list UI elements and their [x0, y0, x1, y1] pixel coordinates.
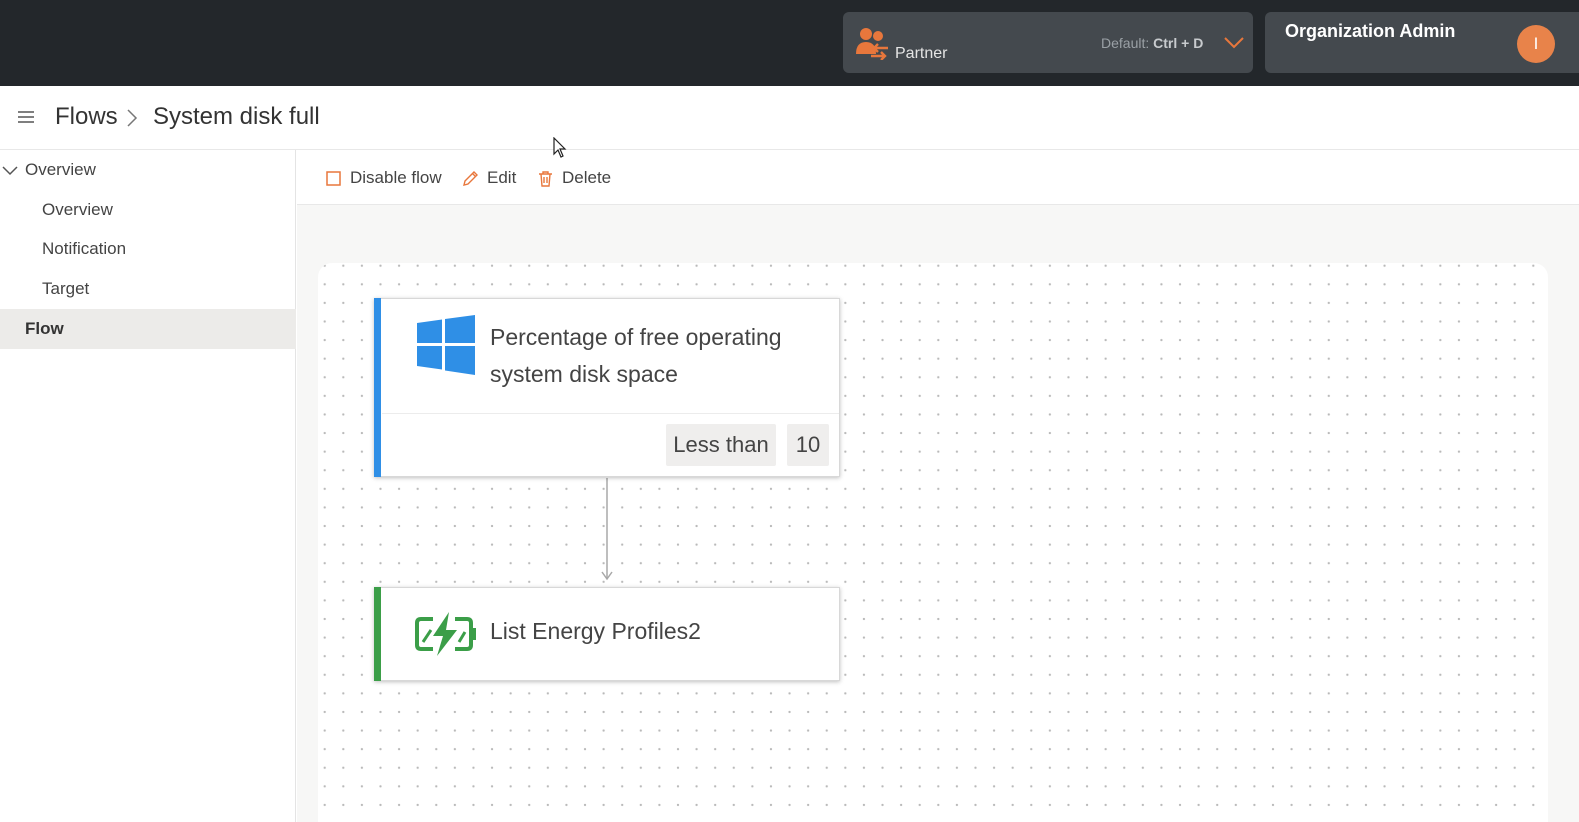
hamburger-menu-icon[interactable]: [18, 111, 34, 123]
action-accent-bar: [374, 587, 381, 681]
users-switch-icon: [856, 28, 888, 60]
sidebar-item-overview[interactable]: Overview: [0, 190, 296, 230]
edit-label: Edit: [487, 168, 517, 187]
edit-button[interactable]: Edit: [462, 167, 516, 189]
chevron-down-icon: [2, 166, 18, 176]
partner-shortcut: Default: Ctrl + D: [1101, 35, 1204, 51]
action-node[interactable]: List Energy Profiles2: [374, 587, 840, 681]
condition-value: 10: [787, 424, 829, 466]
org-admin-menu[interactable]: Organization Admin I: [1265, 12, 1579, 73]
sidebar-group-overview[interactable]: Overview: [0, 150, 296, 190]
sidebar: Overview Overview Notification Target Fl…: [0, 150, 296, 822]
trigger-title: Percentage of free operating system disk…: [490, 324, 782, 387]
pencil-icon: [463, 170, 478, 186]
sidebar-item-label: Overview: [42, 200, 113, 219]
mouse-cursor-icon: [553, 137, 567, 158]
trash-icon: [539, 170, 552, 187]
sidebar-item-flow[interactable]: Flow: [0, 309, 296, 349]
avatar[interactable]: I: [1517, 25, 1555, 63]
action-title: List Energy Profiles2: [490, 618, 701, 644]
windows-logo-icon: [417, 315, 475, 375]
delete-label: Delete: [562, 168, 612, 187]
disable-flow-button[interactable]: Disable flow: [325, 167, 442, 189]
battery-charging-icon: [415, 612, 476, 656]
breadcrumb: Flows System disk full: [0, 86, 1579, 150]
chevron-down-icon[interactable]: [1223, 34, 1245, 50]
partner-switcher[interactable]: Partner Default: Ctrl + D: [843, 12, 1253, 73]
node-divider: [382, 413, 839, 414]
trigger-node[interactable]: Percentage of free operating system disk…: [374, 298, 840, 477]
sidebar-item-label: Flow: [25, 319, 64, 338]
sidebar-item-notification[interactable]: Notification: [0, 229, 296, 269]
sidebar-item-target[interactable]: Target: [0, 269, 296, 309]
trigger-accent-bar: [374, 298, 381, 477]
org-label: Organization Admin: [1285, 21, 1456, 41]
flow-canvas[interactable]: Percentage of free operating system disk…: [318, 263, 1548, 822]
sidebar-item-label: Notification: [42, 239, 127, 258]
toolbar: Disable flow Edit Delete: [297, 150, 1579, 205]
sidebar-group-label: Overview: [25, 160, 96, 179]
sidebar-item-label: Target: [42, 279, 90, 298]
partner-label: Partner: [895, 45, 948, 62]
checkbox-icon: [326, 170, 341, 186]
condition-operator: Less than: [666, 424, 776, 466]
top-bar: Partner Default: Ctrl + D Organization A…: [0, 0, 1579, 86]
page-title: System disk full: [153, 103, 320, 130]
breadcrumb-flows-link[interactable]: Flows: [55, 103, 118, 131]
disable-flow-label: Disable flow: [350, 168, 442, 187]
chevron-right-icon: [127, 109, 138, 127]
flow-content: Percentage of free operating system disk…: [297, 205, 1579, 822]
delete-button[interactable]: Delete: [537, 167, 611, 189]
